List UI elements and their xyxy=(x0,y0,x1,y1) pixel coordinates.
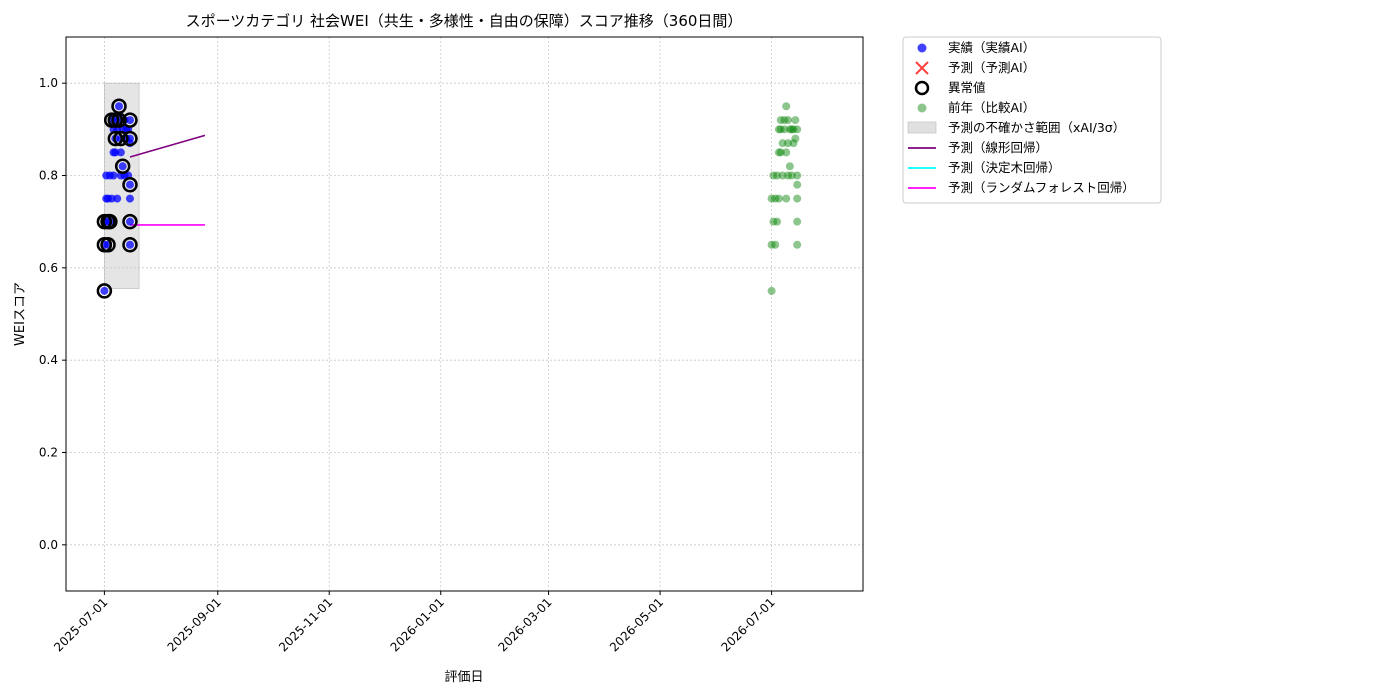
plot-background xyxy=(66,37,863,591)
y-tick-label: 0.2 xyxy=(39,446,58,460)
actual-point xyxy=(125,194,134,203)
actual-point xyxy=(125,180,134,189)
legend-actual-marker xyxy=(917,43,927,53)
chart-root: 0.0 0.2 0.4 0.6 0.8 1.0 2025-07-01 2025-09-01 20… xyxy=(13,12,1162,685)
x-tick-label: 2025-07-01 xyxy=(51,595,110,654)
chart-title: スポーツカテゴリ 社会WEI（共生・多様性・自由の保障）スコア推移（360日間） xyxy=(186,12,743,30)
legend-label: 実績（実績AI） xyxy=(948,40,1035,55)
actual-point xyxy=(125,217,134,226)
previous-year-point xyxy=(782,194,791,203)
previous-year-point xyxy=(774,194,783,203)
previous-year-point xyxy=(782,148,791,157)
actual-point xyxy=(118,162,127,171)
previous-year-point xyxy=(793,171,802,180)
actual-point xyxy=(116,148,125,157)
actual-point xyxy=(125,240,134,249)
legend-uncertainty-swatch xyxy=(907,121,937,134)
legend-previous-year-marker xyxy=(917,103,927,113)
y-tick-label: 1.0 xyxy=(39,76,58,90)
previous-year-point xyxy=(767,286,776,295)
actual-point xyxy=(115,102,124,111)
previous-year-point xyxy=(784,116,793,125)
previous-year-point xyxy=(791,134,800,143)
previous-year-point xyxy=(771,240,780,249)
y-tick-label: 0.8 xyxy=(39,169,58,183)
y-axis-label: WEIスコア xyxy=(13,282,28,346)
previous-year-point xyxy=(791,116,800,125)
legend-label: 前年（比較AI） xyxy=(948,100,1035,115)
x-tick-label: 2026-01-01 xyxy=(388,595,447,654)
previous-year-point xyxy=(785,162,794,171)
legend-label: 予測（線形回帰） xyxy=(948,140,1048,155)
x-tick-label: 2025-11-01 xyxy=(276,595,335,654)
x-tick-label: 2026-05-01 xyxy=(607,595,666,654)
y-tick-label: 0.4 xyxy=(39,353,58,367)
y-tick-label: 0.0 xyxy=(39,538,58,552)
y-tick-label: 0.6 xyxy=(39,261,58,275)
x-tick-label: 2026-07-01 xyxy=(719,595,778,654)
x-tick-label: 2025-09-01 xyxy=(165,595,224,654)
previous-year-point xyxy=(793,125,802,134)
legend-label: 予測（予測AI） xyxy=(948,60,1035,75)
previous-year-point xyxy=(793,194,802,203)
previous-year-point xyxy=(773,217,782,226)
previous-year-point xyxy=(793,217,802,226)
legend-label: 異常値 xyxy=(948,80,986,95)
previous-year-point xyxy=(793,240,802,249)
legend-label: 予測（決定木回帰） xyxy=(948,160,1061,175)
previous-year-point xyxy=(793,180,802,189)
actual-point xyxy=(109,171,118,180)
legend-label: 予測の不確かさ範囲（xAI/3σ） xyxy=(948,120,1125,135)
actual-point xyxy=(125,116,134,125)
actual-point xyxy=(100,286,109,295)
legend-label: 予測（ランダムフォレスト回帰） xyxy=(948,180,1135,195)
previous-year-point xyxy=(782,102,791,111)
legend: 実績（実績AI） 予測（予測AI） 異常値前年（比較AI） 予測の不確かさ範囲（xAI… xyxy=(902,36,1162,204)
x-tick-label: 2026-03-01 xyxy=(495,595,554,654)
actual-point xyxy=(113,194,122,203)
x-axis-label: 評価日 xyxy=(444,670,483,685)
